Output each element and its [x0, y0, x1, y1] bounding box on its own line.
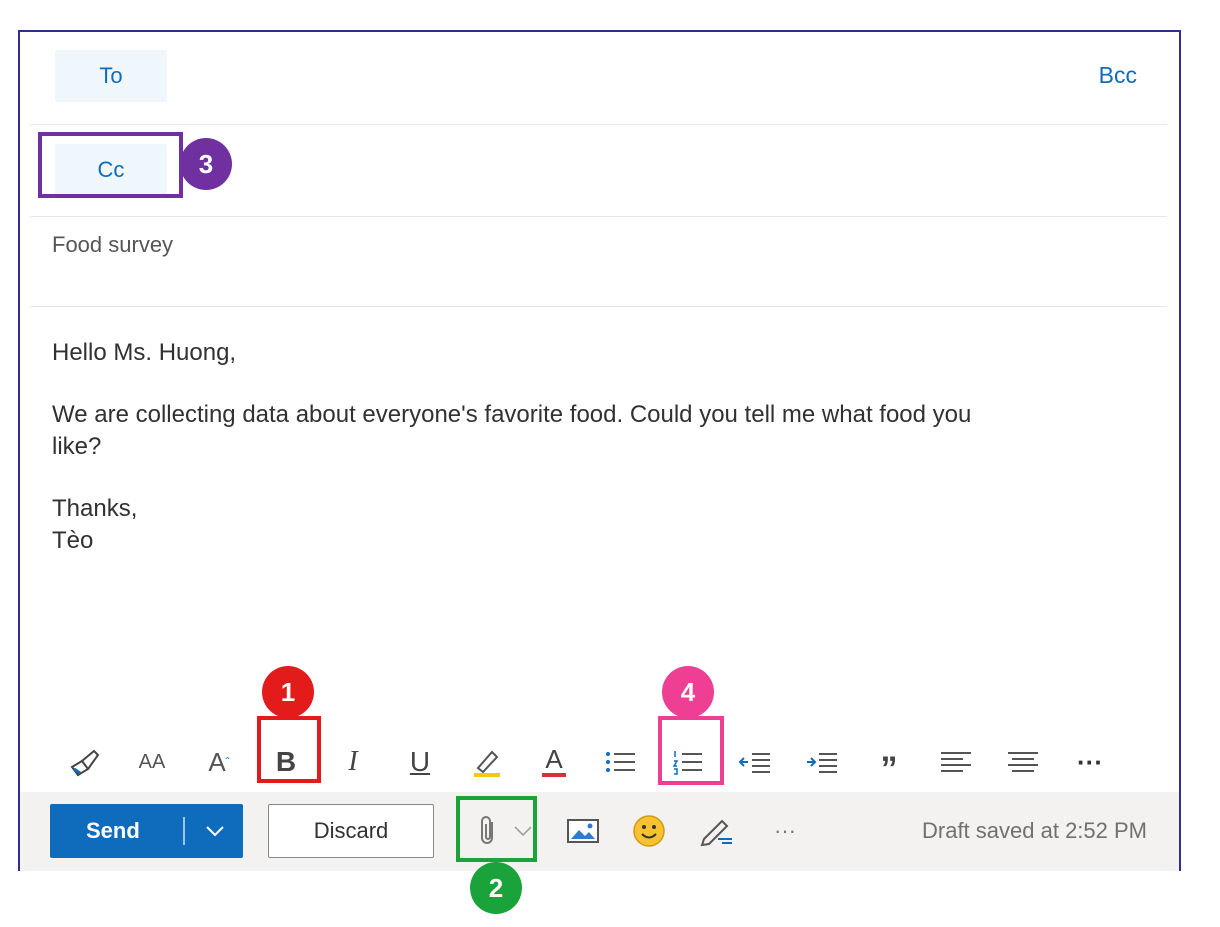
subject-row[interactable]: Food survey — [30, 216, 1167, 307]
image-icon[interactable] — [565, 806, 601, 856]
font-color-bar — [542, 773, 566, 777]
align-center-icon[interactable] — [998, 737, 1048, 787]
badge-4: 4 — [662, 666, 714, 718]
underline-icon[interactable]: U — [395, 737, 445, 787]
highlight-attach — [456, 796, 537, 862]
increase-indent-icon[interactable] — [797, 737, 847, 787]
bullets-icon[interactable] — [596, 737, 646, 787]
more-options-icon[interactable]: ··· — [1065, 737, 1115, 787]
bcc-button[interactable]: Bcc — [1099, 62, 1137, 89]
footer-more-icon[interactable]: ··· — [765, 806, 805, 856]
message-body[interactable]: Hello Ms. Huong, We are collecting data … — [52, 337, 1152, 557]
font-color-glyph: A — [545, 744, 563, 774]
format-painter-icon[interactable] — [60, 737, 110, 787]
to-button[interactable]: To — [55, 50, 167, 102]
badge-1: 1 — [262, 666, 314, 718]
highlight-bold — [257, 716, 321, 783]
to-row: To Bcc — [30, 32, 1167, 125]
grow-font-glyph: A — [208, 746, 226, 777]
body-paragraph-line1: We are collecting data about everyone's … — [52, 401, 972, 428]
highlight-numbering — [658, 716, 724, 785]
subject-field[interactable]: Food survey — [52, 232, 173, 258]
highlight-cc — [38, 132, 183, 198]
quote-icon[interactable]: ” — [864, 737, 914, 788]
emoji-icon[interactable] — [630, 806, 668, 856]
send-divider — [183, 817, 185, 845]
draft-status: Draft saved at 2:52 PM — [922, 818, 1147, 843]
body-greeting: Hello Ms. Huong, — [52, 339, 237, 366]
badge-2: 2 — [470, 862, 522, 914]
grow-font-icon[interactable]: Aˆ — [194, 737, 244, 787]
align-left-icon[interactable] — [931, 737, 981, 787]
body-closing: Thanks, — [52, 495, 138, 522]
discard-button[interactable]: Discard — [268, 804, 434, 858]
send-button[interactable]: Send — [50, 804, 243, 858]
signature-pen-icon[interactable] — [696, 806, 736, 856]
decrease-indent-icon[interactable] — [730, 737, 780, 787]
font-color-icon[interactable]: A — [529, 737, 579, 787]
body-paragraph-line2: like? — [52, 433, 102, 460]
chevron-down-icon[interactable] — [196, 812, 234, 850]
font-size-icon[interactable]: AA — [127, 737, 177, 787]
send-label[interactable]: Send — [86, 818, 140, 844]
compose-footer: Send Discard ··· Draft saved at 2:52 PM — [20, 792, 1179, 871]
badge-3: 3 — [180, 138, 232, 190]
italic-icon[interactable]: I — [328, 737, 378, 787]
highlight-icon[interactable] — [462, 737, 512, 787]
font-color-glyph-wrap: A — [542, 744, 566, 777]
body-signature: Tèo — [52, 527, 94, 554]
